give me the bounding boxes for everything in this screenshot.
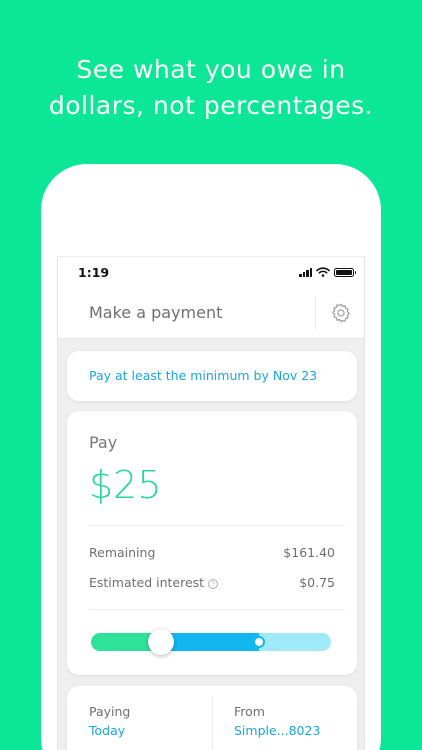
battery-icon	[334, 267, 356, 277]
interest-row: Estimated interest?	[89, 575, 219, 590]
status-bar: 1:19	[58, 256, 364, 286]
status-icons	[299, 267, 356, 277]
paying-value[interactable]: Today	[89, 723, 125, 738]
gear-icon[interactable]	[330, 302, 352, 324]
slider-track-selected	[161, 633, 259, 651]
wifi-icon	[316, 267, 330, 277]
payment-card: Pay $25 Remaining $161.40 Estimated inte…	[67, 411, 357, 675]
headline-line-1: See what you owe in	[76, 55, 346, 84]
help-icon[interactable]: ?	[208, 579, 219, 589]
remaining-value: $161.40	[283, 545, 335, 560]
divider	[89, 609, 345, 610]
minimum-notice-text: Pay at least the minimum by Nov 23	[89, 368, 318, 383]
remaining-label: Remaining	[89, 545, 156, 560]
divider	[89, 525, 345, 526]
payment-details-card: Paying Today From Simple...8023	[67, 686, 357, 750]
nav-divider	[315, 296, 316, 329]
slider-handle[interactable]	[148, 629, 174, 655]
page-title: Make a payment	[89, 303, 223, 322]
pay-label: Pay	[89, 433, 118, 452]
phone-screen: 1:19 Make a payment Pay at least the min…	[57, 256, 365, 750]
payment-slider[interactable]	[91, 629, 331, 655]
paying-label: Paying	[89, 704, 131, 719]
slider-selected-marker	[253, 636, 265, 648]
nav-bar: Make a payment	[58, 286, 364, 339]
interest-value: $0.75	[299, 575, 335, 590]
details-divider	[212, 696, 213, 750]
pay-amount[interactable]: $25	[89, 463, 162, 507]
headline: See what you owe in dollars, not percent…	[0, 52, 422, 124]
headline-line-2: dollars, not percentages.	[48, 91, 374, 120]
signal-icon	[299, 267, 312, 277]
interest-label: Estimated interest	[89, 575, 205, 590]
status-time: 1:19	[78, 265, 110, 280]
from-value[interactable]: Simple...8023	[234, 723, 320, 738]
slider-track-remaining	[259, 633, 331, 651]
minimum-notice-card[interactable]: Pay at least the minimum by Nov 23	[67, 351, 357, 401]
from-label: From	[234, 704, 265, 719]
